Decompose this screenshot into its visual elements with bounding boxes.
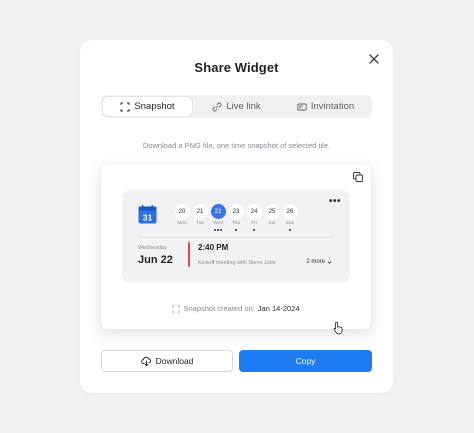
day-sun[interactable]: 26 Sun (282, 204, 298, 231)
day-wed[interactable]: 22 Wed (210, 204, 226, 231)
day-number: 22 (210, 204, 226, 219)
copy-icon[interactable] (352, 171, 364, 183)
divider (138, 237, 334, 238)
event-time: 2:40 PM (198, 243, 229, 252)
day-fri[interactable]: 24 Fri (246, 204, 262, 231)
day-name: Sat (268, 221, 276, 226)
event-dots (253, 228, 255, 231)
tab-snapshot[interactable]: Snapshot (103, 97, 192, 116)
created-date: Jan 14-2024 (257, 304, 300, 313)
calendar-tile[interactable]: 31 ••• 20 Mon 21 Tue 22 Wed 23 Thu 24 Fr… (122, 190, 350, 283)
tab-label: Live link (226, 101, 261, 112)
chevron-down-icon (327, 260, 332, 265)
day-number: 24 (246, 204, 262, 219)
snapshot-preview: 31 ••• 20 Mon 21 Tue 22 Wed 23 Thu 24 Fr… (101, 164, 371, 335)
more-options-icon[interactable]: ••• (329, 197, 341, 207)
event-title: Kickoff meeting with Steve Jobs (198, 260, 276, 266)
share-widget-dialog: Share Widget Snapshot Live link Invintat… (80, 40, 393, 393)
day-number: 23 (228, 204, 244, 219)
day-thu[interactable]: 23 Thu (228, 204, 244, 231)
snapshot-icon (120, 102, 130, 112)
day-name: Sun (285, 221, 295, 226)
day-name: Thu (231, 221, 241, 226)
day-sat[interactable]: 25 Sat (264, 204, 280, 231)
copy-label: Copy (295, 356, 316, 366)
day-name: Tue (195, 221, 205, 226)
copy-button[interactable]: Copy (239, 350, 372, 372)
event-dots (289, 228, 291, 231)
day-number: 20 (174, 204, 190, 219)
cloud-download-icon (140, 356, 152, 367)
day-number: 25 (264, 204, 280, 219)
tab-label: Invintation (310, 101, 355, 112)
dialog-description: Download a PNG file, one time snapshot o… (142, 141, 331, 150)
day-number: 26 (282, 204, 298, 219)
dialog-title: Share Widget (194, 60, 279, 75)
event-dots (214, 228, 222, 231)
day-mon[interactable]: 20 Mon (174, 204, 190, 231)
link-icon (212, 102, 222, 112)
selected-weekday: Wednesday (138, 245, 167, 251)
snapshot-icon (172, 304, 181, 313)
event-dots (235, 228, 237, 231)
week-strip: 20 Mon 21 Tue 22 Wed 23 Thu 24 Fri 25 Sa… (174, 204, 298, 231)
close-icon[interactable] (367, 52, 381, 66)
more-events-link[interactable]: 2 more (306, 259, 332, 265)
day-tue[interactable]: 21 Tue (192, 204, 208, 231)
selected-date: Jun 22 (138, 254, 173, 266)
google-calendar-icon: 31 (138, 205, 157, 224)
created-label: Snapshot created on: (183, 304, 255, 313)
tab-label: Snapshot (134, 101, 175, 112)
calendar-icon-number: 31 (143, 212, 153, 222)
pointer-cursor-icon (332, 321, 345, 335)
download-label: Download (155, 356, 194, 366)
more-events-label: 2 more (306, 259, 325, 265)
day-name: Mon (177, 221, 187, 226)
share-tabs: Snapshot Live link Invintation (101, 95, 372, 118)
envelope-icon (297, 102, 307, 112)
event-color-bar (188, 242, 190, 267)
day-number: 21 (192, 204, 208, 219)
snapshot-created-info: Snapshot created on: Jan 14-2024 (101, 304, 371, 313)
day-name: Wed (213, 221, 223, 226)
tab-live-link[interactable]: Live link (192, 97, 281, 116)
download-button[interactable]: Download (101, 350, 233, 372)
tab-invitation[interactable]: Invintation (281, 97, 370, 116)
day-name: Fri (251, 221, 257, 226)
